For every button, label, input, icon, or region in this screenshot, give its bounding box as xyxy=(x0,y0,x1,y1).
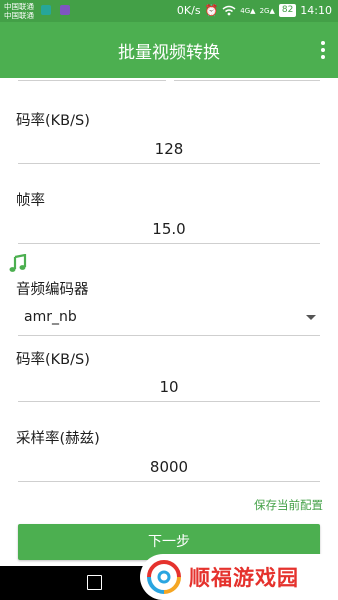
watermark-text: 顺福游戏园 xyxy=(189,566,299,590)
audio-codec-label: 音频编码器 xyxy=(16,282,89,298)
alarm-icon: ⏰ xyxy=(204,4,219,17)
watermark-logo-icon xyxy=(147,560,181,594)
app-notification-icon xyxy=(41,5,51,15)
framerate-input[interactable]: 15.0 xyxy=(18,220,320,244)
audio-codec-value: amr_nb xyxy=(24,309,77,325)
more-options-icon[interactable] xyxy=(320,41,326,59)
page-title: 批量视频转换 xyxy=(118,43,220,63)
video-bitrate-label: 码率(KB/S) xyxy=(16,113,90,129)
carrier-info: 中国联通 中国联通 xyxy=(4,2,34,20)
watermark: 顺福游戏园 xyxy=(140,554,338,600)
carrier-label: 中国联通 xyxy=(4,11,34,20)
network-type: 4G xyxy=(240,6,251,15)
samplerate-input[interactable]: 8000 xyxy=(18,458,320,482)
carrier-label: 中国联通 xyxy=(4,2,34,11)
video-bitrate-input[interactable]: 128 xyxy=(18,140,320,164)
status-bar: 中国联通 中国联通 0K/s ⏰ 4G▲ 2G▲ 82 14:10 xyxy=(0,0,338,22)
save-config-button[interactable]: 保存当前配置 xyxy=(254,497,323,513)
audio-bitrate-label: 码率(KB/S) xyxy=(16,352,90,368)
scrolled-fields-underline xyxy=(18,80,320,82)
dropdown-caret-icon xyxy=(306,315,316,320)
music-note-icon xyxy=(9,254,27,272)
signal-icon: 4G▲ xyxy=(240,6,256,15)
framerate-label: 帧率 xyxy=(16,193,45,209)
home-icon[interactable] xyxy=(87,575,102,590)
battery-level: 82 xyxy=(281,5,294,15)
network-speed: 0K/s xyxy=(176,4,201,17)
signal-icon: 2G▲ xyxy=(259,6,275,15)
audio-codec-select[interactable]: amr_nb xyxy=(18,309,320,336)
app-bar: 批量视频转换 xyxy=(0,22,338,78)
app-notification-icon xyxy=(59,5,70,15)
audio-bitrate-input[interactable]: 10 xyxy=(18,378,320,402)
clock: 14:10 xyxy=(300,4,332,17)
battery-icon: 82 xyxy=(278,4,297,17)
samplerate-label: 采样率(赫兹) xyxy=(16,431,100,447)
notification-icons xyxy=(41,5,76,15)
network-type: 2G xyxy=(259,6,270,15)
wifi-icon xyxy=(222,5,236,16)
status-right: 0K/s ⏰ 4G▲ 2G▲ 82 14:10 xyxy=(177,4,332,17)
